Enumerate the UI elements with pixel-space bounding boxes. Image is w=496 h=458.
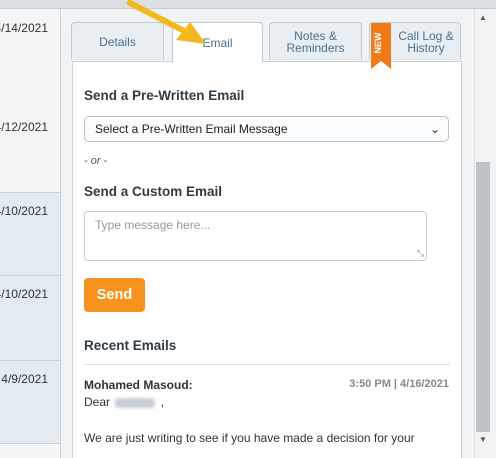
custom-message-textarea[interactable]: Type message here... ⤡ — [84, 211, 427, 261]
greeting-suffix: , — [160, 395, 165, 409]
new-badge-text: NEW — [373, 32, 383, 54]
email-body-text: We are just writing to see if you have m… — [84, 431, 415, 445]
contact-list: 4/14/2021 4/12/2021 4/10/2021 4/10/2021 … — [0, 9, 61, 458]
email-timestamp: 3:50 PM | 4/16/2021 — [349, 378, 449, 390]
textarea-placeholder: Type message here... — [95, 218, 211, 232]
list-item-date: 4/14/2021 — [0, 21, 48, 35]
redacted-name — [115, 397, 156, 408]
list-item[interactable]: 4/10/2021 — [0, 275, 60, 361]
list-item-date: 4/9/2021 — [1, 372, 48, 386]
list-item[interactable]: 4/9/2021 — [0, 360, 60, 444]
email-panel: Send a Pre-Written Email Select a Pre-Wr… — [72, 61, 462, 458]
prewritten-heading: Send a Pre-Written Email — [84, 88, 245, 103]
email-sender: Mohamed Masoud: — [84, 378, 193, 392]
list-item[interactable]: 4/14/2021 — [0, 9, 60, 94]
prewritten-email-select[interactable]: Select a Pre-Written Email Message ⌄ — [84, 116, 449, 142]
tab-notes-reminders[interactable]: Notes & Reminders — [269, 22, 362, 60]
resize-grip-icon[interactable]: ⤡ — [417, 248, 424, 259]
chevron-down-icon: ⌄ — [429, 122, 440, 136]
list-item[interactable]: 4/10/2021 — [0, 192, 60, 276]
or-separator: - or - — [84, 155, 108, 167]
send-button[interactable]: Send — [84, 278, 145, 312]
prewritten-select-value: Select a Pre-Written Email Message — [95, 122, 288, 136]
scroll-up-icon[interactable]: ▲ — [479, 13, 487, 22]
custom-email-heading: Send a Custom Email — [84, 184, 223, 199]
list-item-date: 4/10/2021 — [0, 287, 48, 301]
new-badge-icon: NEW — [371, 23, 391, 69]
list-item[interactable]: 4/12/2021 — [0, 107, 60, 192]
email-greeting: Dear , — [84, 395, 164, 409]
list-item-date: 4/10/2021 — [0, 204, 48, 218]
scrollbar-thumb[interactable] — [476, 162, 490, 432]
tab-notes-label: Notes & Reminders — [286, 28, 345, 55]
scroll-down-icon[interactable]: ▼ — [479, 435, 487, 444]
greeting-prefix: Dear — [84, 395, 111, 409]
divider — [84, 364, 450, 365]
list-item-date: 4/12/2021 — [0, 120, 48, 134]
top-strip — [0, 0, 496, 9]
scrollbar[interactable]: ▲ ▼ — [474, 9, 491, 458]
pointer-arrow-icon — [127, 0, 206, 44]
recent-emails-heading: Recent Emails — [84, 338, 177, 353]
